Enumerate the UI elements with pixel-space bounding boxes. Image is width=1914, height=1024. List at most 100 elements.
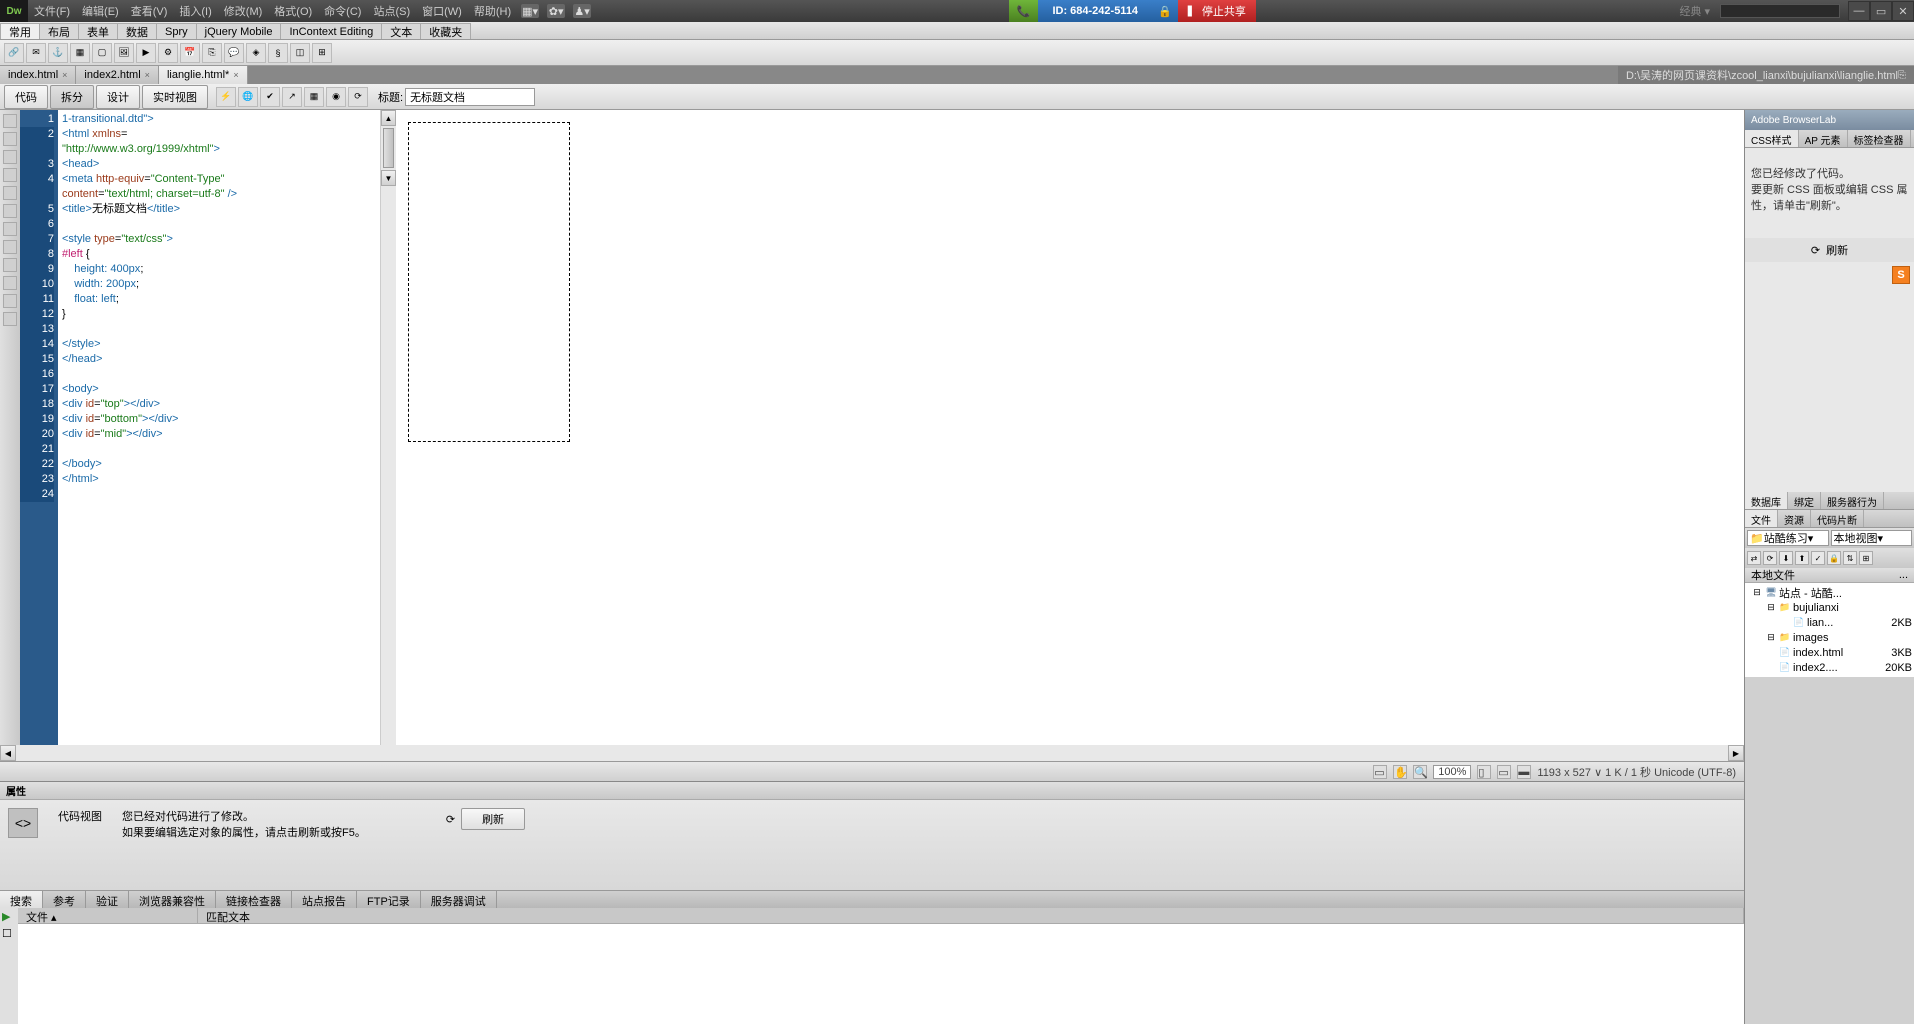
inspect-icon[interactable]: 🌐 (238, 87, 258, 107)
insert-tab[interactable]: 常用 (0, 23, 40, 39)
head-icon[interactable]: ◈ (246, 43, 266, 63)
panel-tab[interactable]: 资源 (1778, 510, 1811, 527)
format-icon[interactable] (3, 294, 17, 308)
code-scrollbar-v[interactable]: ▲ ▼ (380, 110, 396, 745)
get-icon[interactable]: ⬇ (1779, 551, 1793, 565)
zoom-level[interactable]: 100% (1433, 765, 1471, 779)
tv-phone-icon[interactable]: 📞 (1009, 0, 1039, 22)
search-field[interactable] (1720, 4, 1840, 18)
minimize-icon[interactable]: — (1848, 1, 1870, 21)
sync-icon[interactable]: ⇅ (1843, 551, 1857, 565)
highlight-icon[interactable] (3, 222, 17, 236)
panel-tab[interactable]: 服务器行为 (1821, 492, 1884, 509)
put-icon[interactable]: ⬆ (1795, 551, 1809, 565)
css-refresh-button[interactable]: 刷新 (1826, 242, 1848, 258)
menu-item[interactable]: 站点(S) (367, 0, 416, 22)
col-match[interactable]: 匹配文本 (198, 908, 1744, 923)
date-icon[interactable]: 📅 (180, 43, 200, 63)
tv-stop-button[interactable]: ▍ 停止共享 (1178, 0, 1256, 22)
insert-tab[interactable]: Spry (156, 23, 197, 39)
code-view-button[interactable]: 代码 (4, 85, 48, 109)
insert-tab[interactable]: 收藏夹 (420, 23, 471, 39)
close-tab-icon[interactable]: × (233, 70, 238, 80)
tree-row[interactable]: ⊟🖥站点 - 站酷... (1747, 585, 1912, 600)
doc-tab[interactable]: lianglie.html*× (159, 66, 248, 84)
div-icon[interactable]: ▢ (92, 43, 112, 63)
live-view-button[interactable]: 实时视图 (142, 85, 208, 109)
panel-tab[interactable]: CSS样式 (1745, 130, 1799, 147)
options1-icon[interactable]: ▦ (304, 87, 324, 107)
insert-tab[interactable]: 布局 (39, 23, 79, 39)
template-icon[interactable]: ◫ (290, 43, 310, 63)
widget-icon[interactable]: ⚙ (158, 43, 178, 63)
checkout-icon[interactable]: ✓ (1811, 551, 1825, 565)
indent-icon[interactable] (3, 258, 17, 272)
maximize-icon[interactable]: ▭ (1870, 1, 1892, 21)
menu-item[interactable]: 命令(C) (318, 0, 367, 22)
insert-tab[interactable]: 文本 (381, 23, 421, 39)
tag-icon[interactable]: ⊞ (312, 43, 332, 63)
nav-icon[interactable]: ↗ (282, 87, 302, 107)
lock-icon[interactable]: 🔒 (1152, 0, 1178, 22)
options2-icon[interactable]: ◉ (326, 87, 346, 107)
syntax-icon[interactable] (3, 240, 17, 254)
table-icon[interactable]: ▦ (70, 43, 90, 63)
code-editor[interactable]: 12 34 5678910111213141516171819202122232… (20, 110, 380, 745)
results-tab[interactable]: 浏览器兼容性 (129, 891, 216, 908)
menu-item[interactable]: 查看(V) (125, 0, 174, 22)
close-tab-icon[interactable]: × (62, 70, 67, 80)
menu-item[interactable]: 插入(I) (173, 0, 217, 22)
insert-tab[interactable]: 表单 (78, 23, 118, 39)
connect-icon[interactable]: ⇄ (1747, 551, 1761, 565)
properties-refresh-button[interactable]: 刷新 (461, 808, 525, 830)
layout-dd-icon[interactable]: ▦▾ (521, 4, 539, 18)
open-docs-icon[interactable] (3, 114, 17, 128)
insert-tab[interactable]: InContext Editing (280, 23, 382, 39)
doc-tab[interactable]: index2.html× (76, 66, 159, 84)
site-dd-icon[interactable]: ♟▾ (573, 4, 591, 18)
menu-item[interactable]: 文件(F) (28, 0, 76, 22)
expand-files-icon[interactable]: ⊞ (1859, 551, 1873, 565)
site-dropdown[interactable]: 📁 站酷练习 ▾ (1747, 530, 1829, 546)
server-icon[interactable]: ⎘ (202, 43, 222, 63)
menu-item[interactable]: 帮助(H) (468, 0, 517, 22)
design-preview[interactable] (396, 110, 1744, 745)
comment-icon[interactable]: 💬 (224, 43, 244, 63)
hand-tool-icon[interactable]: ✋ (1393, 765, 1407, 779)
panel-tab[interactable]: 数据库 (1745, 492, 1788, 509)
tree-row[interactable]: 📄lian...2KB (1747, 615, 1912, 630)
desktop-preset-icon[interactable]: ▬ (1517, 765, 1531, 779)
tree-row[interactable]: ⊟📁images (1747, 630, 1912, 645)
design-view-button[interactable]: 设计 (96, 85, 140, 109)
line-num-icon[interactable] (3, 204, 17, 218)
doc-tab[interactable]: index.html× (0, 66, 76, 84)
script-icon[interactable]: § (268, 43, 288, 63)
phone-preset-icon[interactable]: ▯ (1477, 765, 1491, 779)
panel-tab[interactable]: 代码片断 (1811, 510, 1864, 527)
check-icon[interactable]: ✔ (260, 87, 280, 107)
expand-icon[interactable] (3, 150, 17, 164)
browserlab-panel[interactable]: Adobe BrowserLab (1745, 110, 1914, 130)
refresh-icon[interactable]: ⟳ (348, 87, 368, 107)
zoom-tool-icon[interactable]: 🔍 (1413, 765, 1427, 779)
tablet-preset-icon[interactable]: ▭ (1497, 765, 1511, 779)
view-dropdown[interactable]: 本地视图 ▾ (1831, 530, 1913, 546)
panel-tab[interactable]: AP 元素 (1799, 130, 1848, 147)
results-tab[interactable]: 链接检查器 (216, 891, 292, 908)
results-tab[interactable]: 站点报告 (292, 891, 357, 908)
tree-row[interactable]: 📄index2....20KB (1747, 660, 1912, 675)
menu-item[interactable]: 格式(O) (268, 0, 318, 22)
close-icon[interactable]: ✕ (1892, 1, 1914, 21)
results-tab[interactable]: 参考 (43, 891, 86, 908)
results-tab[interactable]: 服务器调试 (421, 891, 497, 908)
panel-tab[interactable]: 标签检查器 (1848, 130, 1911, 147)
snippet-icon[interactable] (3, 312, 17, 326)
anchor-icon[interactable]: ⚓ (48, 43, 68, 63)
balance-icon[interactable] (3, 186, 17, 200)
hyperlink-icon[interactable]: 🔗 (4, 43, 24, 63)
preview-element[interactable] (408, 122, 570, 442)
extend-dd-icon[interactable]: ✿▾ (547, 4, 565, 18)
properties-header[interactable]: 属性 (0, 782, 1744, 800)
checkin-icon[interactable]: 🔒 (1827, 551, 1841, 565)
menu-item[interactable]: 窗口(W) (416, 0, 468, 22)
